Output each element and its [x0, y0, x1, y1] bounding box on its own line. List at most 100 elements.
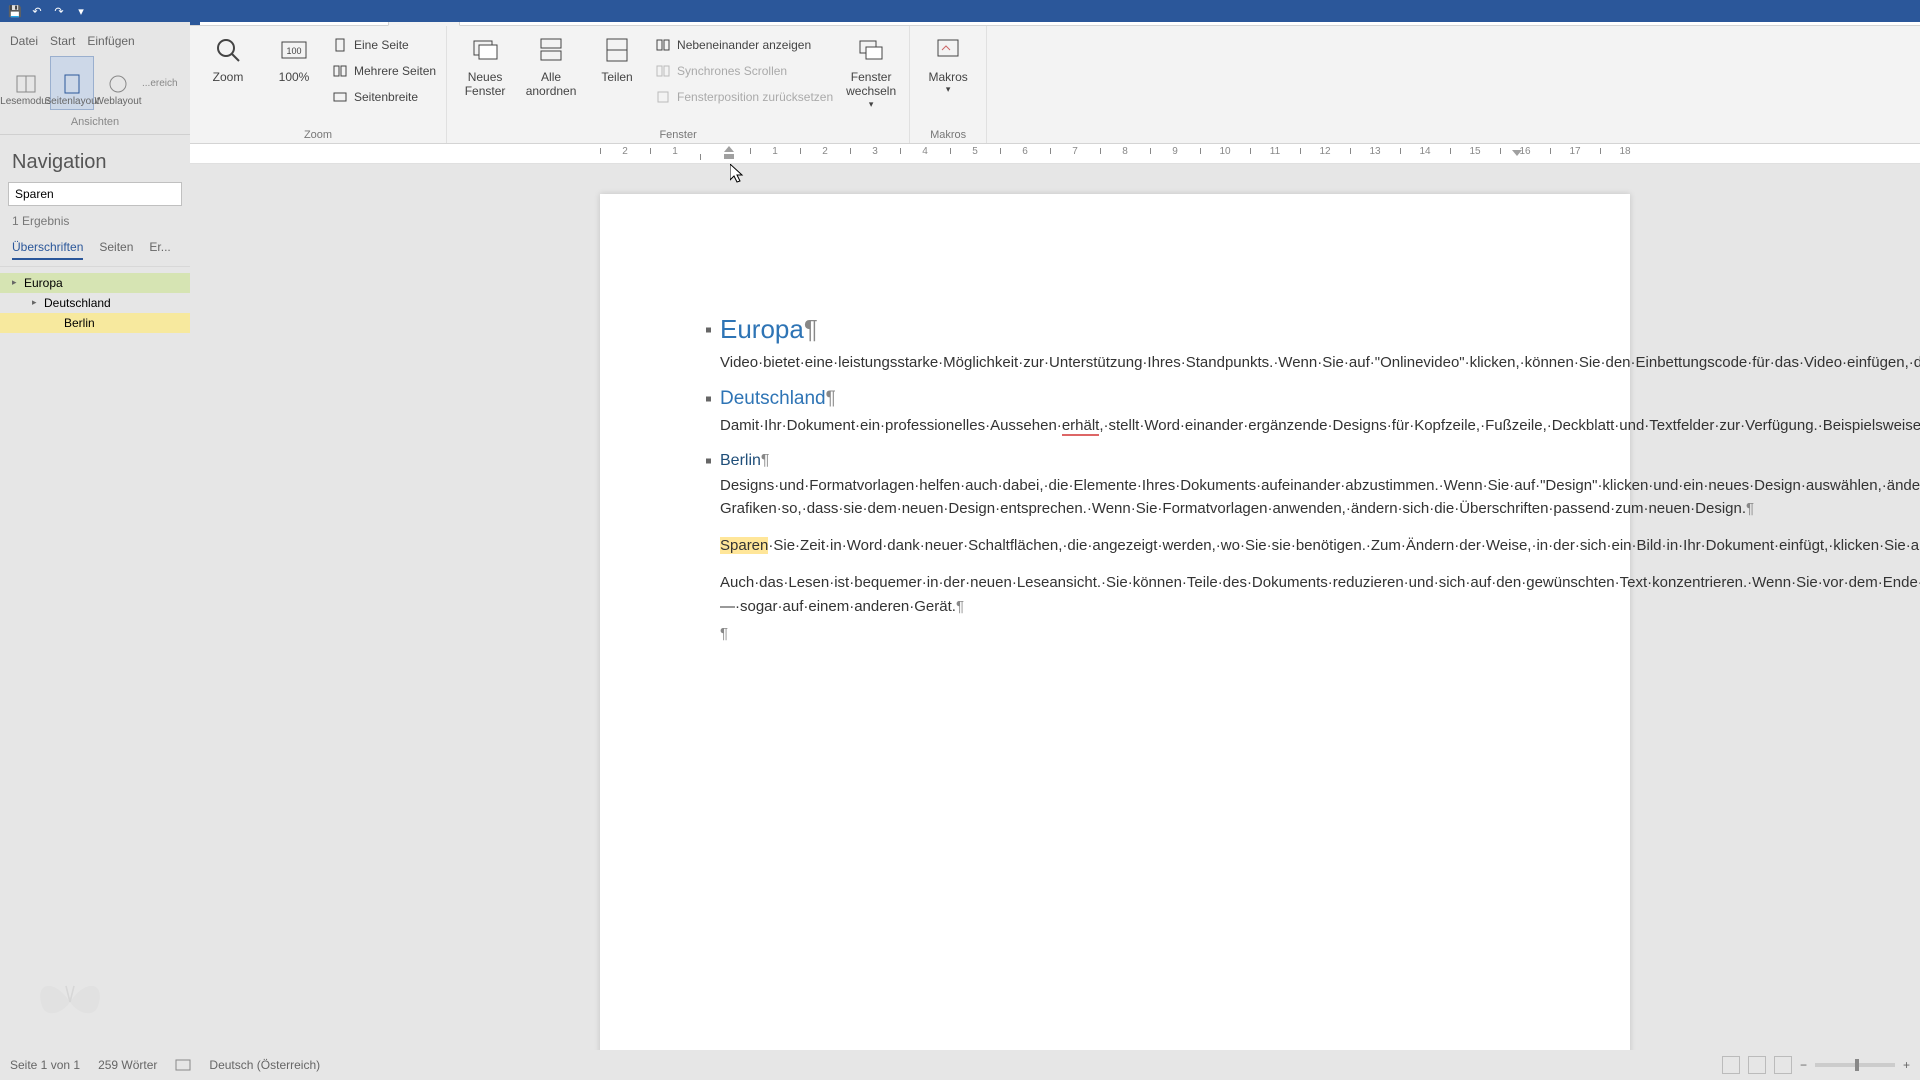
sync-scroll-button: Synchrones Scrollen [655, 60, 833, 82]
nav-item-label: Deutschland [44, 296, 111, 310]
macros-button[interactable]: Makros ▾ [920, 30, 976, 95]
side-by-side-button[interactable]: Nebeneinander anzeigen [655, 34, 833, 56]
paragraph[interactable]: Sparen·Sie·Zeit·in·Word·dank·neuer·Schal… [720, 534, 1510, 557]
chevron-down-icon: ▸ [32, 297, 37, 308]
switch-window-button[interactable]: Fenster wechseln ▾ [843, 30, 899, 110]
qat-more[interactable]: ▾ [72, 2, 90, 20]
ruler-tick: 5 [950, 146, 1000, 157]
collapse-icon[interactable] [706, 458, 711, 463]
status-words[interactable]: 259 Wörter [98, 1058, 157, 1072]
group-fenster: Fenster [457, 127, 899, 141]
multi-page-button[interactable]: Mehrere Seiten [332, 60, 436, 82]
reset-pos-icon [655, 89, 671, 105]
chevron-down-icon: ▾ [946, 84, 951, 95]
arrange-all-label: Alle anordnen [523, 70, 579, 99]
hundred-percent-button[interactable]: 100 100% [266, 30, 322, 84]
multi-page-label: Mehrere Seiten [354, 64, 436, 78]
new-window-button[interactable]: Neues Fenster [457, 30, 513, 99]
ruler-tick: 7 [1050, 146, 1100, 157]
view-web-icon[interactable] [1774, 1056, 1792, 1074]
zoom-slider[interactable] [1815, 1063, 1895, 1067]
sync-scroll-icon [655, 63, 671, 79]
heading-europa[interactable]: Europa¶ [720, 314, 1510, 345]
nav-item-deutschland[interactable]: ▸ Deutschland [0, 293, 190, 313]
paragraph[interactable]: Designs·und·Formatvorlagen·helfen·auch·d… [720, 474, 1510, 521]
ruler-tick: 16 [1500, 146, 1550, 157]
left-tab-einfuegen[interactable]: Einfügen [87, 34, 134, 48]
new-window-icon [469, 34, 501, 66]
nav-item-berlin[interactable]: Berlin [0, 313, 190, 333]
macros-label: Makros [928, 70, 967, 84]
zoom-out-button[interactable]: − [1800, 1058, 1807, 1072]
ruler-tick: 1 [650, 146, 700, 157]
sync-scroll-label: Synchrones Scrollen [677, 64, 787, 78]
nav-item-europa[interactable]: ▸ Europa [0, 273, 190, 293]
status-language[interactable]: Deutsch (Österreich) [209, 1058, 320, 1072]
document-page[interactable]: Europa¶ Video·bietet·eine·leistungsstark… [600, 194, 1630, 1050]
collapse-icon[interactable] [706, 397, 711, 402]
empty-paragraph[interactable]: ¶ [720, 622, 1510, 645]
ruler-tick: 12 [1300, 146, 1350, 157]
paragraph[interactable]: Auch·das·Lesen·ist·bequemer·in·der·neuen… [720, 571, 1510, 618]
ruler-tick: 18 [1600, 146, 1650, 157]
ruler-tick: 1 [750, 146, 800, 157]
left-tab-start[interactable]: Start [50, 34, 75, 48]
collapse-icon[interactable] [706, 327, 711, 332]
first-line-indent-marker[interactable] [724, 146, 736, 162]
book-check-icon [175, 1057, 191, 1073]
nav-tab-ergebnisse[interactable]: Er... [149, 240, 170, 260]
nav-tab-ueberschriften[interactable]: Überschriften [12, 240, 83, 260]
split-button[interactable]: Teilen [589, 30, 645, 84]
right-indent-marker[interactable] [1512, 150, 1522, 156]
one-page-button[interactable]: Eine Seite [332, 34, 436, 56]
arrange-icon [535, 34, 567, 66]
left-tab-datei[interactable]: Datei [10, 34, 38, 48]
page-width-label: Seitenbreite [354, 90, 418, 104]
book-icon [14, 72, 38, 96]
left-btn-lesemodus[interactable]: Lesemodus [4, 56, 48, 110]
search-highlight: Sparen [720, 537, 768, 554]
arrange-all-button[interactable]: Alle anordnen [523, 30, 579, 99]
left-btn-seitenlayout[interactable]: Seitenlayout [50, 56, 94, 110]
svg-text:100: 100 [286, 46, 301, 56]
heading-berlin[interactable]: Berlin¶ [720, 452, 1510, 470]
heading-deutschland[interactable]: Deutschland¶ [720, 388, 1510, 410]
paragraph[interactable]: Damit·Ihr·Dokument·ein·professionelles·A… [720, 414, 1510, 437]
ruler-tick: 2 [600, 146, 650, 157]
mouse-cursor-icon [730, 164, 746, 184]
ruler-tick: 2 [800, 146, 850, 157]
multi-page-icon [332, 63, 348, 79]
zoom-label: Zoom [213, 70, 244, 84]
page-icon [60, 72, 84, 96]
nav-item-label: Europa [24, 276, 63, 290]
navigation-search-input[interactable] [8, 182, 182, 206]
navigation-result-count: 1 Ergebnis [0, 206, 190, 236]
hundred-icon: 100 [278, 34, 310, 66]
group-makros: Makros [920, 127, 976, 141]
qat-save[interactable]: 💾 [6, 2, 24, 20]
reset-position-button: Fensterposition zurücksetzen [655, 86, 833, 108]
spelling-error[interactable]: erhält [1062, 417, 1100, 436]
zoom-button[interactable]: Zoom [200, 30, 256, 84]
split-label: Teilen [601, 70, 632, 84]
status-page[interactable]: Seite 1 von 1 [10, 1058, 80, 1072]
side-by-side-icon [655, 37, 671, 53]
view-print-icon[interactable] [1748, 1056, 1766, 1074]
zoom-in-button[interactable]: + [1903, 1058, 1910, 1072]
paragraph[interactable]: Video·bietet·eine·leistungsstarke·Möglic… [720, 351, 1510, 374]
nav-tab-seiten[interactable]: Seiten [99, 240, 133, 260]
ruler-tick: 4 [900, 146, 950, 157]
left-group-ansichten: Ansichten [0, 114, 190, 135]
qat-undo[interactable]: ↶ [28, 2, 46, 20]
horizontal-ruler[interactable]: 21123456789101112131415161718 [190, 144, 1920, 164]
status-proof-icon[interactable] [175, 1057, 191, 1073]
view-read-icon[interactable] [1722, 1056, 1740, 1074]
ruler-tick: 14 [1400, 146, 1450, 157]
page-width-button[interactable]: Seitenbreite [332, 86, 436, 108]
reset-pos-label: Fensterposition zurücksetzen [677, 90, 833, 104]
left-extra-label: ...ereich [142, 78, 178, 89]
qat-redo[interactable]: ↷ [50, 2, 68, 20]
nav-item-label: Berlin [64, 316, 95, 330]
left-btn-weblayout[interactable]: Weblayout [96, 56, 140, 110]
ruler-tick: 11 [1250, 146, 1300, 157]
